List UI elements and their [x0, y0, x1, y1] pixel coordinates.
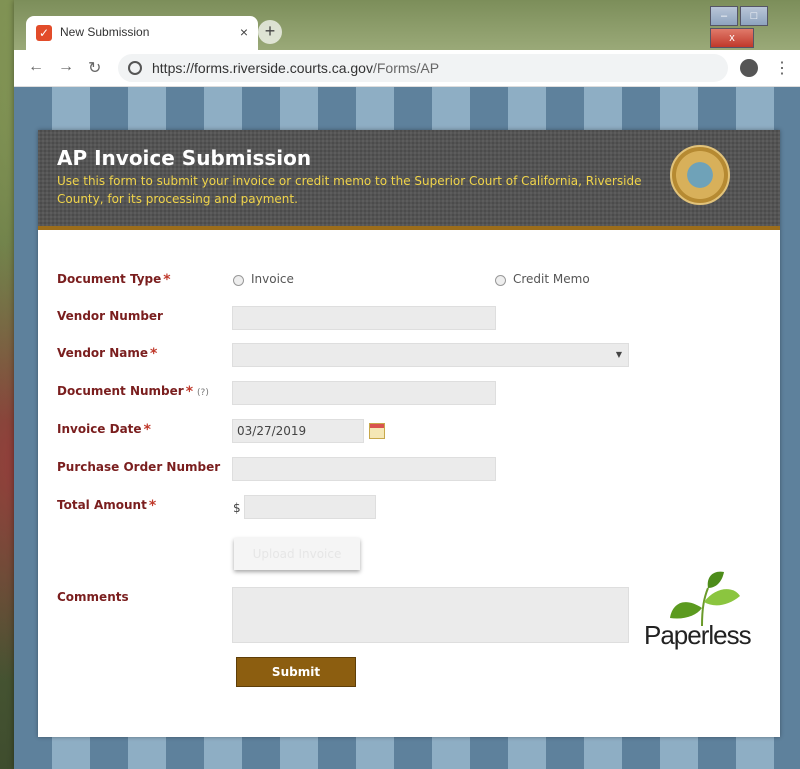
upload-invoice-button[interactable]: Upload Invoice	[234, 538, 360, 570]
credit-memo-radio[interactable]	[495, 275, 506, 286]
comments-textarea[interactable]	[232, 587, 629, 643]
tab-title: New Submission	[60, 25, 150, 39]
credit-memo-radio-label[interactable]: Credit Memo	[513, 272, 590, 286]
invoice-radio-label[interactable]: Invoice	[251, 272, 294, 286]
document-type-label: Document Type *	[57, 272, 171, 288]
document-number-label: Document Number * (?)	[57, 384, 209, 400]
po-number-input[interactable]	[232, 457, 496, 481]
paperless-logo-text: Paperless	[644, 620, 752, 650]
browser-menu-icon[interactable]: ⋮	[774, 58, 790, 78]
url-path: /Forms/AP	[372, 60, 440, 76]
checkmark-favicon-icon: ✓	[36, 25, 52, 41]
url-host: https://forms.riverside.courts.ca.gov	[152, 60, 373, 76]
calendar-icon[interactable]	[369, 423, 385, 439]
leaf-sprout-icon	[670, 571, 740, 627]
total-amount-label: Total Amount *	[57, 498, 156, 514]
tab-strip: ✓ New Submission × + – □x	[14, 0, 800, 50]
browser-toolbar: ← → ↻ https://forms.riverside.courts.ca.…	[14, 50, 800, 87]
total-amount-input[interactable]	[244, 495, 376, 519]
page-title: AP Invoice Submission	[57, 146, 312, 170]
form-card: AP Invoice Submission Use this form to s…	[38, 130, 780, 737]
vendor-name-text: Vendor Name	[57, 346, 149, 360]
required-marker: *	[185, 384, 194, 400]
paperless-logo: Paperless	[644, 568, 760, 658]
document-number-input[interactable]	[232, 381, 496, 405]
help-icon[interactable]: (?)	[197, 388, 209, 398]
url-text: https://forms.riverside.courts.ca.gov/Fo…	[152, 60, 439, 76]
vendor-number-label: Vendor Number	[57, 309, 163, 323]
site-info-icon[interactable]	[128, 61, 142, 75]
currency-symbol: $	[233, 501, 241, 515]
comments-label: Comments	[57, 590, 129, 604]
close-window-button[interactable]: x	[710, 28, 754, 48]
vendor-name-label: Vendor Name *	[57, 346, 157, 362]
chevron-down-icon: ▼	[615, 350, 622, 359]
vendor-name-select[interactable]: ▼	[232, 343, 629, 367]
document-number-text: Document Number	[57, 384, 184, 398]
forward-arrow-icon[interactable]: →	[58, 58, 74, 76]
tab-close-icon[interactable]: ×	[240, 24, 248, 40]
new-tab-button[interactable]: +	[258, 20, 282, 44]
address-bar[interactable]: https://forms.riverside.courts.ca.gov/Fo…	[118, 54, 728, 82]
required-marker: *	[163, 272, 171, 288]
submit-button[interactable]: Submit	[236, 657, 356, 687]
form-header: AP Invoice Submission Use this form to s…	[38, 130, 780, 230]
invoice-date-label: Invoice Date *	[57, 422, 151, 438]
reload-icon[interactable]: ↻	[88, 58, 101, 78]
invoice-date-text: Invoice Date	[57, 422, 142, 436]
window-controls: – □x	[708, 4, 800, 48]
required-marker: *	[143, 422, 151, 438]
total-amount-text: Total Amount	[57, 498, 147, 512]
invoice-date-input[interactable]: 03/27/2019	[232, 419, 364, 443]
tab-new-submission[interactable]: ✓ New Submission ×	[26, 16, 258, 50]
required-marker: *	[150, 346, 158, 362]
document-type-text: Document Type	[57, 272, 162, 286]
invoice-radio[interactable]	[233, 275, 244, 286]
po-number-label: Purchase Order Number	[57, 460, 221, 474]
vendor-number-input[interactable]	[232, 306, 496, 330]
minimize-button[interactable]: –	[710, 6, 738, 26]
required-marker: *	[148, 498, 157, 514]
browser-window: ✓ New Submission × + – □x ← → ↻ https://f…	[14, 0, 800, 769]
back-arrow-icon[interactable]: ←	[28, 58, 44, 76]
maximize-button[interactable]: □	[740, 6, 768, 26]
account-icon[interactable]	[740, 59, 758, 77]
court-seal-icon	[670, 145, 730, 205]
page-background: AP Invoice Submission Use this form to s…	[14, 87, 800, 769]
page-subtitle: Use this form to submit your invoice or …	[57, 174, 642, 206]
